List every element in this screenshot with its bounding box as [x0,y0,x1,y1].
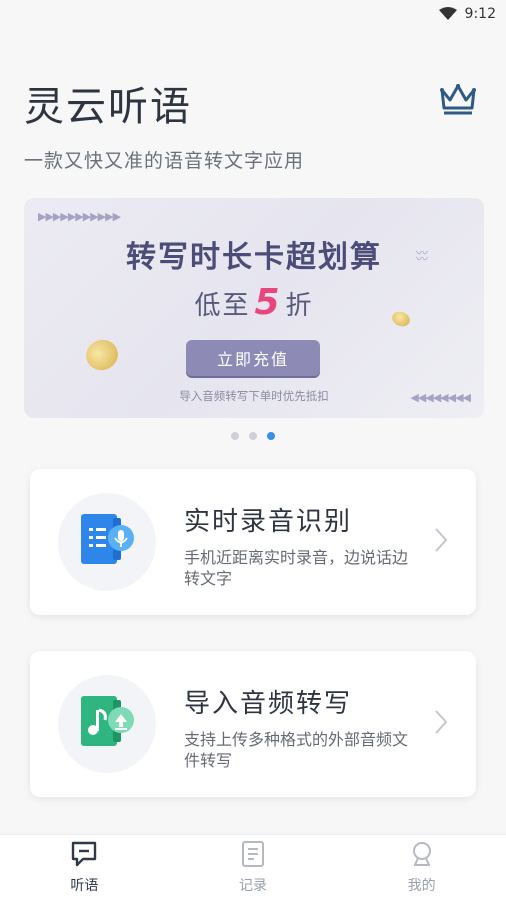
card-description: 支持上传多种格式的外部音频文件转写 [184,730,409,770]
recharge-button[interactable]: 立即充值 [186,340,320,376]
carousel-indicator [0,432,506,440]
tab-me[interactable]: 我的 [337,835,506,900]
discount-suffix: 折 [285,291,314,321]
status-bar: 9:12 [0,0,506,28]
bottom-tab-bar: 听语 记录 我的 [0,834,506,900]
card-description: 手机近距离实时录音，边说话边转文字 [184,548,409,588]
chevron-right-icon [434,709,448,739]
chat-bubble-icon [71,841,97,871]
tab-listen[interactable]: 听语 [0,835,169,900]
carousel-dot[interactable] [231,432,239,440]
promo-banner[interactable]: ▶▶▶▶▶▶▶▶▶▶▶ 〰〰 转写时长卡超划算 低至 5 折 立即充值 导入音频转写… [24,198,484,418]
user-icon [409,841,435,871]
discount-number: 5 [254,282,282,323]
header: 灵云听语 一款又快又准的语音转文字应用 [24,74,482,173]
tab-label: 记录 [239,877,267,894]
discount-prefix: 低至 [194,291,251,321]
card-title: 实时录音识别 [184,507,353,537]
banner-title: 转写时长卡超划算 [126,240,382,275]
import-audio-card[interactable]: 导入音频转写 支持上传多种格式的外部音频文件转写 [30,651,476,797]
arrow-decoration-left: ▶▶▶▶▶▶▶▶▶▶▶ [38,210,121,223]
carousel-dot[interactable] [249,432,257,440]
app-title: 灵云听语 [24,84,192,130]
arrow-decoration-right: ◀◀◀◀◀◀◀◀ [410,391,471,404]
icon-circle [58,493,156,591]
music-upload-book-icon [77,694,137,754]
wifi-icon [438,7,457,21]
tab-label: 我的 [407,877,436,894]
icon-circle [58,675,156,773]
realtime-recording-card[interactable]: 实时录音识别 手机近距离实时录音，边说话边转文字 [30,469,476,615]
document-icon [240,840,266,871]
tab-label: 听语 [70,877,99,894]
card-title: 导入音频转写 [184,689,353,719]
app-subtitle: 一款又快又准的语音转文字应用 [24,150,305,172]
banner-discount: 低至 5 折 [24,282,484,323]
coin-icon [81,335,123,375]
carousel-dot-active[interactable] [267,432,275,440]
microphone-book-icon [77,512,137,572]
status-time: 9:12 [464,6,496,22]
chevron-right-icon [434,527,448,557]
tab-records[interactable]: 记录 [169,835,338,900]
crown-icon[interactable] [438,80,478,116]
